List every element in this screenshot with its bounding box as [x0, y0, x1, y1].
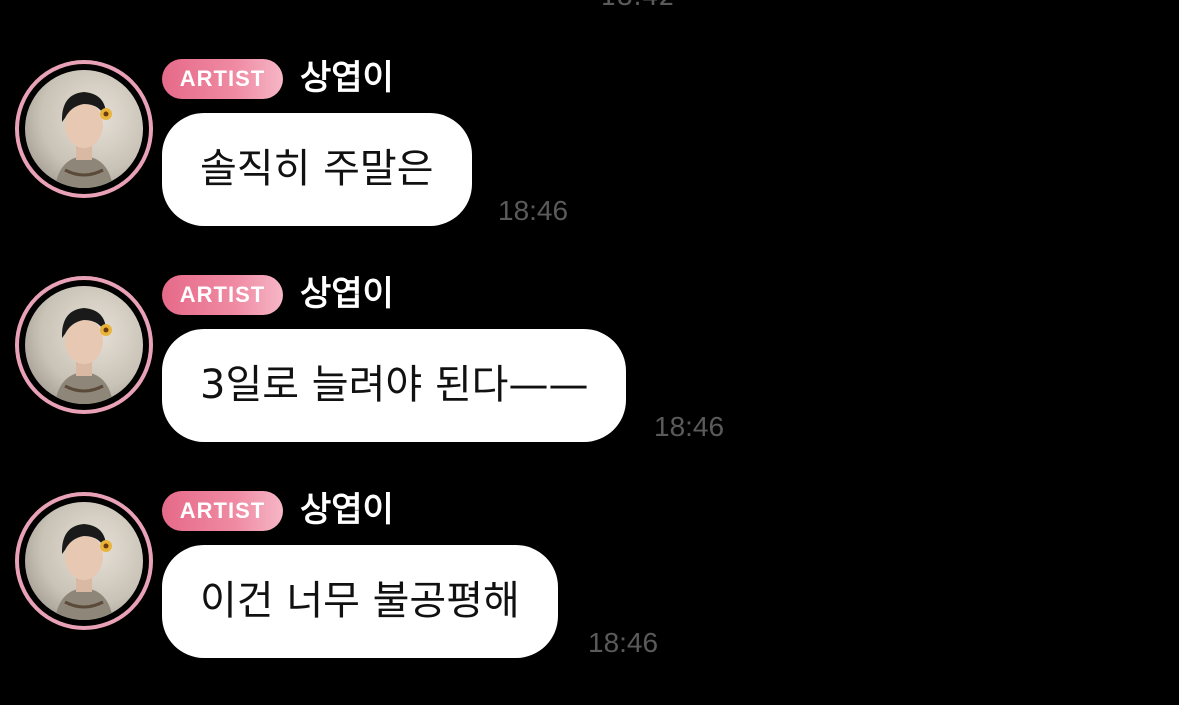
- avatar[interactable]: [15, 492, 153, 630]
- avatar[interactable]: [15, 60, 153, 198]
- message-time: 18:46: [498, 195, 569, 226]
- avatar-photo: [25, 502, 143, 620]
- artist-badge: ARTIST: [162, 59, 283, 99]
- chat-message: ARTIST 상엽이 솔직히 주말은 18:46: [0, 58, 1179, 260]
- sender-name[interactable]: 상엽이: [300, 272, 394, 316]
- previous-timestamp: 18:42: [600, 0, 680, 8]
- avatar[interactable]: [15, 276, 153, 414]
- avatar-photo: [25, 286, 143, 404]
- sender-name[interactable]: 상엽이: [300, 488, 394, 532]
- sender-name[interactable]: 상엽이: [300, 56, 394, 100]
- message-bubble[interactable]: 3일로 늘려야 된다——: [162, 329, 627, 442]
- artist-badge: ARTIST: [162, 491, 283, 531]
- chat-message: ARTIST 상엽이 3일로 늘려야 된다—— 18:46: [0, 274, 1179, 476]
- message-bubble[interactable]: 솔직히 주말은: [162, 113, 472, 226]
- avatar-photo: [25, 70, 143, 188]
- message-bubble[interactable]: 이건 너무 불공평해: [162, 545, 558, 658]
- chat-message: ARTIST 상엽이 이건 너무 불공평해 18:46: [0, 490, 1179, 692]
- artist-badge: ARTIST: [162, 275, 283, 315]
- message-time: 18:46: [654, 411, 725, 442]
- message-time: 18:46: [588, 627, 659, 658]
